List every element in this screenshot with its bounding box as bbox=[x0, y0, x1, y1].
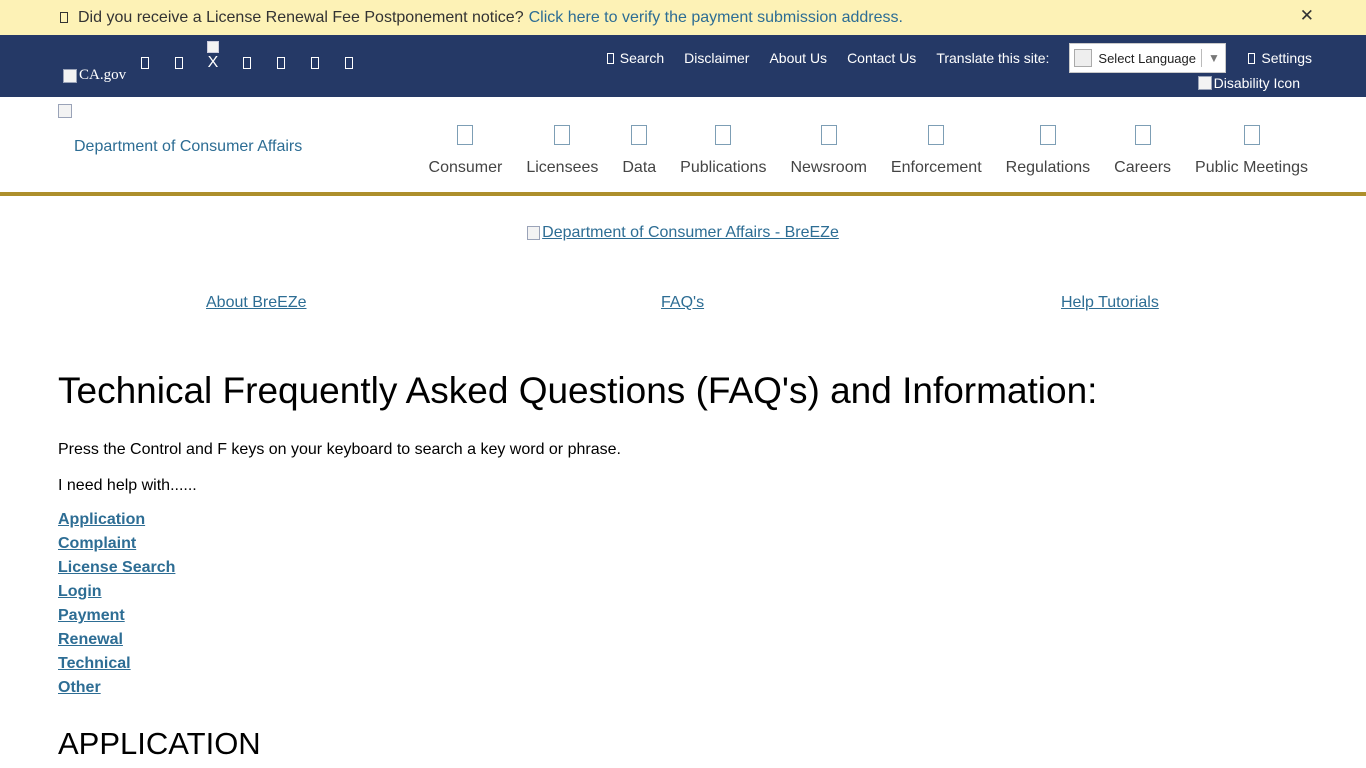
help-tutorials-link[interactable]: Help Tutorials bbox=[1061, 294, 1159, 312]
nav-label: Enforcement bbox=[890, 159, 982, 176]
breeze-logo-alt: Department of Consumer Affairs - BreEZe bbox=[542, 224, 839, 241]
nav-label: Public Meetings bbox=[1195, 159, 1308, 176]
settings-label: Settings bbox=[1261, 50, 1312, 66]
nav-newsroom[interactable]: Newsroom bbox=[790, 125, 867, 177]
utility-header: CA.gov X Search Disclaimer About Us Cont… bbox=[0, 35, 1366, 97]
application-section-heading: APPLICATION bbox=[58, 726, 261, 761]
renewal-link[interactable]: Renewal bbox=[58, 631, 123, 648]
language-selected: Select Language bbox=[1098, 50, 1196, 66]
list-item: License Search bbox=[58, 558, 175, 582]
disclaimer-link[interactable]: Disclaimer bbox=[684, 50, 749, 66]
x-twitter-icon[interactable]: X bbox=[196, 41, 230, 81]
public-meetings-icon bbox=[1243, 125, 1260, 145]
licensees-icon bbox=[554, 125, 571, 145]
newsroom-icon bbox=[820, 125, 837, 145]
list-item: Application bbox=[58, 510, 175, 534]
site-header: Department of Consumer Affairs Consumer … bbox=[0, 97, 1366, 196]
x-label: X bbox=[207, 54, 219, 71]
close-alert-button[interactable]: ✕ bbox=[1300, 6, 1314, 26]
nav-consumer[interactable]: Consumer bbox=[428, 125, 503, 177]
nav-enforcement[interactable]: Enforcement bbox=[891, 125, 982, 177]
flickr-icon[interactable] bbox=[298, 55, 332, 71]
faqs-link[interactable]: FAQ's bbox=[661, 294, 704, 312]
main-navigation: Consumer Licensees Data Publications New… bbox=[405, 125, 1308, 177]
cagov-logo[interactable]: CA.gov bbox=[63, 67, 126, 84]
alert-message: Did you receive a License Renewal Fee Po… bbox=[78, 8, 524, 26]
utility-links: Search Disclaimer About Us Contact Us Tr… bbox=[587, 43, 1312, 73]
contact-us-link[interactable]: Contact Us bbox=[847, 50, 916, 66]
nav-label: Licensees bbox=[526, 159, 599, 176]
disability-icon-alt: Disability Icon bbox=[1213, 75, 1300, 91]
nav-regulations[interactable]: Regulations bbox=[1005, 125, 1091, 177]
disability-link[interactable]: Disability Icon bbox=[1197, 75, 1300, 91]
renewal-notice-alert: Did you receive a License Renewal Fee Po… bbox=[0, 0, 1366, 35]
nav-label: Publications bbox=[680, 159, 767, 176]
cagov-logo-alt: CA.gov bbox=[79, 67, 127, 83]
data-icon bbox=[631, 125, 648, 145]
careers-icon bbox=[1134, 125, 1151, 145]
regulations-icon bbox=[1039, 125, 1056, 145]
help-topic-list: Application Complaint License Search Log… bbox=[58, 510, 175, 702]
payment-link[interactable]: Payment bbox=[58, 607, 125, 624]
nav-label: Data bbox=[622, 159, 657, 176]
broken-image-icon bbox=[63, 68, 77, 83]
dca-logo-text: Department of Consumer Affairs bbox=[74, 138, 303, 155]
nav-label: Regulations bbox=[1005, 159, 1091, 176]
nav-licensees[interactable]: Licensees bbox=[526, 125, 598, 177]
nav-publications[interactable]: Publications bbox=[680, 125, 766, 177]
google-translate-icon bbox=[1074, 49, 1093, 67]
broken-image-icon bbox=[527, 226, 541, 240]
application-link[interactable]: Application bbox=[58, 511, 145, 528]
need-help-text: I need help with...... bbox=[58, 477, 197, 494]
info-icon bbox=[60, 12, 68, 23]
verify-address-link[interactable]: Click here to verify the payment submiss… bbox=[529, 9, 903, 27]
social-media-links: X bbox=[128, 41, 366, 81]
breeze-subnav: About BreEZe FAQ's Help Tutorials bbox=[0, 294, 1366, 314]
select-divider bbox=[1201, 49, 1202, 67]
complaint-link[interactable]: Complaint bbox=[58, 535, 136, 552]
chevron-down-icon: ▼ bbox=[1208, 51, 1220, 65]
publications-icon bbox=[715, 125, 732, 145]
technical-link[interactable]: Technical bbox=[58, 655, 131, 672]
search-label: Search bbox=[619, 50, 665, 66]
nav-data[interactable]: Data bbox=[622, 125, 656, 177]
broken-image-icon bbox=[207, 41, 219, 53]
search-hint-text: Press the Control and F keys on your key… bbox=[58, 441, 621, 458]
settings-link[interactable]: Settings bbox=[1248, 50, 1312, 66]
language-select[interactable]: Select Language ▼ bbox=[1069, 43, 1227, 73]
list-item: Complaint bbox=[58, 534, 175, 558]
nav-careers[interactable]: Careers bbox=[1114, 125, 1171, 177]
list-item: Renewal bbox=[58, 630, 175, 654]
instagram-icon[interactable] bbox=[162, 55, 196, 71]
breeze-logo-link[interactable]: Department of Consumer Affairs - BreEZe bbox=[527, 224, 839, 242]
about-us-link[interactable]: About Us bbox=[769, 50, 827, 66]
other-link[interactable]: Other bbox=[58, 679, 101, 696]
broken-image-icon bbox=[1197, 76, 1212, 90]
about-breeze-link[interactable]: About BreEZe bbox=[206, 294, 307, 312]
nav-public-meetings[interactable]: Public Meetings bbox=[1195, 125, 1308, 177]
login-link[interactable]: Login bbox=[58, 583, 102, 600]
nav-label: Newsroom bbox=[790, 159, 867, 176]
page-title: Technical Frequently Asked Questions (FA… bbox=[58, 370, 1098, 411]
facebook-icon[interactable] bbox=[128, 55, 162, 71]
search-link[interactable]: Search bbox=[606, 50, 665, 66]
enforcement-icon bbox=[928, 125, 945, 145]
email-icon[interactable] bbox=[332, 55, 366, 71]
gear-icon bbox=[1248, 52, 1256, 64]
list-item: Technical bbox=[58, 654, 175, 678]
nav-label: Consumer bbox=[428, 159, 503, 176]
license-search-link[interactable]: License Search bbox=[58, 559, 175, 576]
list-item: Payment bbox=[58, 606, 175, 630]
broken-image-icon bbox=[58, 104, 72, 118]
consumer-icon bbox=[457, 125, 474, 145]
youtube-icon[interactable] bbox=[230, 55, 264, 71]
breeze-logo-container: Department of Consumer Affairs - BreEZe bbox=[0, 224, 1366, 245]
list-item: Other bbox=[58, 678, 175, 702]
nav-label: Careers bbox=[1114, 159, 1172, 176]
linkedin-icon[interactable] bbox=[264, 55, 298, 71]
search-icon bbox=[606, 52, 614, 64]
translate-label: Translate this site: bbox=[936, 50, 1050, 66]
list-item: Login bbox=[58, 582, 175, 606]
